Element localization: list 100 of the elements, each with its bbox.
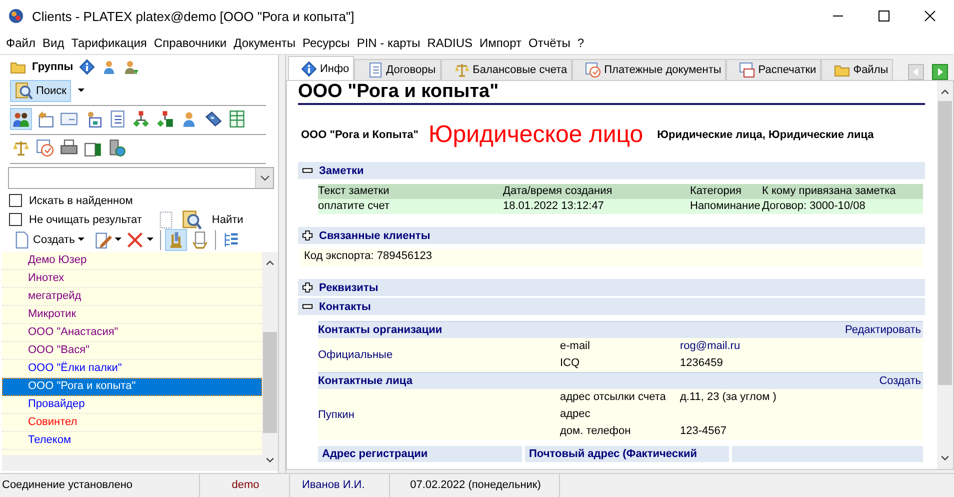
scales-icon bbox=[454, 62, 470, 78]
maximize-icon[interactable] bbox=[878, 10, 890, 22]
address-column-header: Адрес регистрации bbox=[318, 446, 522, 462]
tab[interactable]: Распечатки bbox=[726, 59, 822, 80]
table-cell-text: Договор: 3000-10/08 bbox=[762, 199, 866, 214]
scroll-right-icon[interactable] bbox=[932, 64, 948, 80]
column-header: Дата/время создания bbox=[503, 184, 614, 199]
scroll-down-icon[interactable] bbox=[940, 453, 950, 463]
contact-field-value: 123-4567 bbox=[680, 424, 726, 439]
section-header[interactable]: Контакты bbox=[298, 298, 925, 315]
section-header[interactable]: Реквизиты bbox=[298, 279, 925, 296]
search-icon bbox=[15, 82, 33, 100]
section-header[interactable]: Связанные клиенты bbox=[298, 227, 925, 244]
pencil-icon[interactable] bbox=[94, 231, 112, 249]
vertical-scrollbar[interactable] bbox=[937, 81, 953, 469]
find-button[interactable]: Найти bbox=[208, 214, 246, 226]
person-icon[interactable] bbox=[123, 59, 140, 75]
table-icon[interactable] bbox=[228, 110, 246, 128]
toggle-button[interactable] bbox=[164, 229, 187, 251]
section-header[interactable]: Заметки bbox=[298, 162, 925, 179]
menu-item[interactable]: Ресурсы bbox=[302, 36, 350, 50]
menu-item[interactable]: RADIUS bbox=[427, 36, 473, 50]
document-icon bbox=[367, 62, 384, 78]
hierarchy-icon[interactable] bbox=[132, 110, 150, 128]
status-field: 07.02.2022 (понедельник) bbox=[390, 474, 560, 497]
checkbox[interactable] bbox=[9, 194, 22, 207]
info-icon bbox=[301, 60, 317, 76]
checkbox-label: Не очищать результат bbox=[29, 214, 142, 226]
search-button[interactable]: Поиск bbox=[10, 80, 72, 102]
create-button[interactable]: Создать bbox=[10, 231, 90, 249]
address-column-header: Почтовый адрес (Фактический bbox=[525, 446, 729, 462]
tab[interactable]: Платежные документы bbox=[572, 59, 726, 80]
minus-icon bbox=[302, 301, 313, 312]
tab[interactable]: Балансовые счета bbox=[440, 59, 572, 80]
checked-document-icon bbox=[585, 62, 602, 78]
table-cell-text: Напоминание bbox=[690, 199, 762, 214]
tab[interactable]: Файлы bbox=[821, 59, 894, 80]
contact-name: Официальные bbox=[318, 349, 394, 361]
client-name: ООО "Рога и Копыта" bbox=[301, 129, 418, 141]
hierarchy-list-icon[interactable] bbox=[156, 110, 174, 128]
scroll-up-icon[interactable] bbox=[265, 258, 275, 268]
status-field: demo bbox=[200, 474, 290, 497]
phone-icon[interactable] bbox=[204, 110, 222, 128]
menu-item[interactable]: Отчёты bbox=[528, 36, 570, 50]
menu-item[interactable]: Тарификация bbox=[71, 36, 147, 50]
scroll-down-icon[interactable] bbox=[265, 455, 275, 465]
column-header: Текст заметки bbox=[318, 184, 390, 199]
contact-field-label: адрес отсылки счета bbox=[560, 390, 667, 405]
cross-icon[interactable] bbox=[126, 231, 144, 249]
contact-action-link[interactable]: Создать bbox=[879, 373, 921, 389]
contact-field-label: e-mail bbox=[560, 339, 591, 354]
app-icon bbox=[8, 8, 24, 24]
tab[interactable]: Инфо bbox=[288, 56, 354, 80]
checked-document-icon[interactable] bbox=[36, 139, 54, 157]
contact-group-title: Контактные лица bbox=[318, 374, 412, 389]
scales-icon[interactable] bbox=[12, 139, 30, 157]
client-groups: Юридические лица, Юридические лица bbox=[657, 129, 874, 141]
contact-field-label: ICQ bbox=[560, 356, 581, 371]
column-header: Категория bbox=[690, 184, 742, 199]
scroll-up-icon[interactable] bbox=[940, 87, 950, 97]
minus-icon bbox=[302, 165, 313, 176]
envelope-icon[interactable] bbox=[60, 110, 78, 128]
plus-icon bbox=[302, 282, 313, 293]
contact-action-link[interactable]: Редактировать bbox=[845, 322, 921, 338]
column-header: К кому привязана заметка bbox=[762, 184, 897, 199]
menu-item[interactable]: Вид bbox=[42, 36, 64, 50]
tab[interactable]: Договоры bbox=[354, 59, 441, 80]
server-globe-icon[interactable] bbox=[108, 139, 126, 157]
client-type: Юридическое лицо bbox=[428, 121, 644, 149]
info-icon[interactable] bbox=[79, 59, 96, 75]
menu-item[interactable]: Файл bbox=[6, 36, 36, 50]
client-heading: ООО "Рога и копыта" bbox=[298, 81, 500, 103]
menu-item[interactable]: Документы bbox=[234, 36, 296, 50]
contact-field-label: дом. телефон bbox=[560, 424, 632, 439]
search-combo-field[interactable] bbox=[8, 167, 274, 189]
printer-icon[interactable] bbox=[60, 139, 78, 157]
window-title: Clients - PLATEX platex@demo [ООО "Рога и копыта"] bbox=[32, 8, 354, 24]
checkbox-label: Искать в найденном bbox=[29, 194, 133, 206]
contact-field-label: адрес bbox=[560, 407, 592, 422]
document-list-icon[interactable] bbox=[108, 110, 126, 128]
status-field: Соединение установлено bbox=[0, 474, 200, 497]
checkbox[interactable] bbox=[9, 213, 22, 226]
menu-item[interactable]: Импорт bbox=[480, 36, 522, 50]
client-list-item[interactable]: ООО "Рога и копыта" bbox=[2, 378, 262, 396]
page-icon bbox=[13, 231, 31, 249]
export-code-text: Код экспорта: 789456123 bbox=[300, 249, 923, 266]
vertical-scrollbar[interactable] bbox=[262, 252, 278, 471]
table-cell-text: 18.01.2022 13:12:47 bbox=[503, 199, 605, 214]
menu-item[interactable]: PIN - карты bbox=[356, 36, 420, 50]
menu-item[interactable]: ? bbox=[577, 36, 584, 50]
search-icon[interactable] bbox=[182, 210, 202, 230]
status-field: Иванов И.И. bbox=[290, 474, 390, 497]
groups-label: Группы bbox=[32, 61, 74, 73]
close-icon[interactable] bbox=[924, 10, 936, 22]
menu-item[interactable]: Справочники bbox=[154, 36, 227, 50]
contact-field-value: д.11, 23 (за углом ) bbox=[680, 390, 776, 405]
contact-name: Пупкин bbox=[318, 408, 356, 420]
table-cell-text: оплатите счет bbox=[318, 199, 391, 214]
contact-field-value: rog@mail.ru bbox=[680, 339, 740, 354]
horizontal-scrollbar[interactable] bbox=[2, 455, 262, 471]
